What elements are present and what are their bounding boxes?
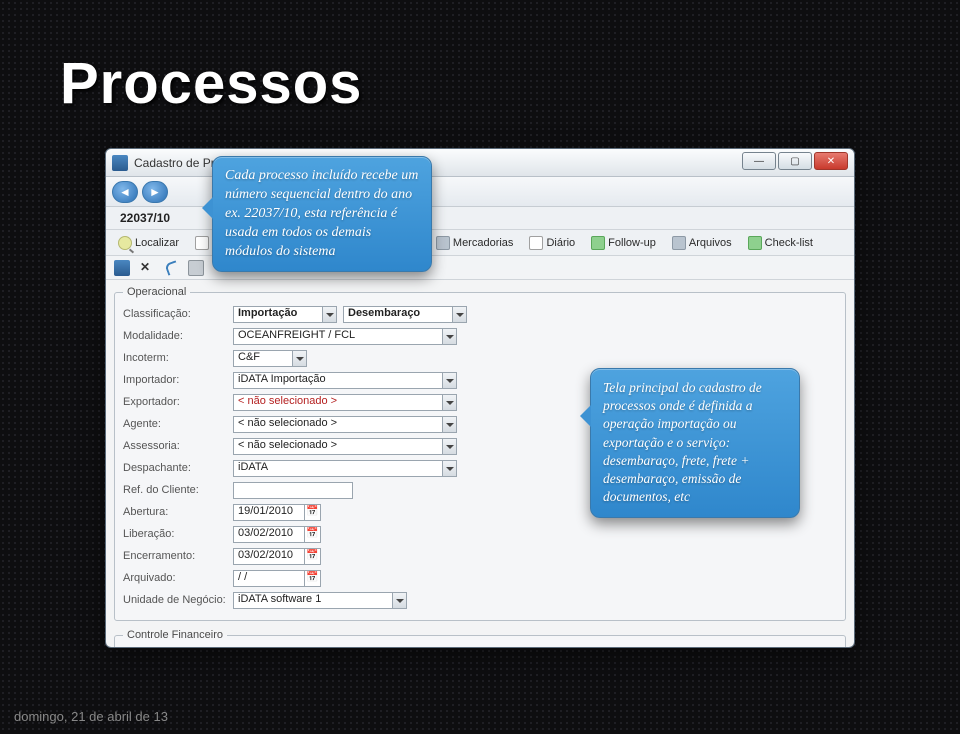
calendar-icon[interactable]: [304, 504, 321, 521]
dropdown-icon[interactable]: [443, 328, 457, 345]
tab-mercadorias[interactable]: Mercadorias: [432, 234, 518, 252]
doc-icon: [195, 236, 209, 250]
callout-tail-icon: [569, 405, 591, 427]
field-classificacao2[interactable]: Desembaraço: [343, 306, 453, 323]
label-despachante: Despachante:: [123, 462, 233, 474]
label-abertura: Abertura:: [123, 506, 233, 518]
label-modalidade: Modalidade:: [123, 330, 233, 342]
process-reference: 22037/10: [114, 211, 170, 225]
callout-process-number: Cada processo incluído recebe um número …: [212, 156, 432, 272]
field-modalidade[interactable]: OCEANFREIGHT / FCL: [233, 328, 443, 345]
label-arquivado: Arquivado:: [123, 572, 233, 584]
calendar-icon[interactable]: [304, 570, 321, 587]
label-incoterm: Incoterm:: [123, 352, 233, 364]
slide-footer-date: domingo, 21 de abril de 13: [14, 709, 168, 724]
tab-diario[interactable]: Diário: [525, 234, 579, 252]
label-encerramento: Encerramento:: [123, 550, 233, 562]
dropdown-icon[interactable]: [443, 394, 457, 411]
delete-button[interactable]: ✕: [140, 260, 156, 276]
dropdown-icon[interactable]: [453, 306, 467, 323]
tab-label-arquivos: Arquivos: [689, 237, 732, 249]
field-encerramento[interactable]: 03/02/2010: [233, 548, 305, 565]
field-despachante[interactable]: iDATA: [233, 460, 443, 477]
dropdown-icon[interactable]: [293, 350, 307, 367]
calendar-icon[interactable]: [304, 526, 321, 543]
maximize-button[interactable]: ▢: [778, 152, 812, 170]
field-classificacao[interactable]: Importação: [233, 306, 323, 323]
field-arquivado[interactable]: / /: [233, 570, 305, 587]
dropdown-icon[interactable]: [443, 416, 457, 433]
label-classificacao: Classificação:: [123, 308, 233, 320]
close-button[interactable]: ✕: [814, 152, 848, 170]
label-ref-cliente: Ref. do Cliente:: [123, 484, 233, 496]
dropdown-icon[interactable]: [443, 372, 457, 389]
tab-label-localizar: Localizar: [135, 237, 179, 249]
label-assessoria: Assessoria:: [123, 440, 233, 452]
field-agente[interactable]: < não selecionado >: [233, 416, 443, 433]
tab-label-diario: Diário: [546, 237, 575, 249]
field-ref-cliente[interactable]: [233, 482, 353, 499]
legend-operacional: Operacional: [123, 286, 190, 298]
tab-followup[interactable]: Follow-up: [587, 234, 660, 252]
label-unidade: Unidade de Negócio:: [123, 594, 233, 606]
checklist-icon: [748, 236, 762, 250]
callout-main-screen: Tela principal do cadastro de processos …: [590, 368, 800, 518]
tab-checklist[interactable]: Check-list: [744, 234, 817, 252]
undo-button[interactable]: [164, 260, 179, 275]
field-abertura[interactable]: 19/01/2010: [233, 504, 305, 521]
diary-icon: [529, 236, 543, 250]
slide-title: Processos: [60, 50, 362, 117]
field-incoterm[interactable]: C&F: [233, 350, 293, 367]
dropdown-icon[interactable]: [443, 460, 457, 477]
nav-forward-button[interactable]: ►: [142, 181, 168, 203]
label-agente: Agente:: [123, 418, 233, 430]
calendar-icon[interactable]: [304, 548, 321, 565]
tab-label-mercadorias: Mercadorias: [453, 237, 514, 249]
tab-label-checklist: Check-list: [765, 237, 813, 249]
tab-label-followup: Follow-up: [608, 237, 656, 249]
tab-localizar[interactable]: Localizar: [114, 234, 183, 252]
print-button[interactable]: [188, 260, 204, 276]
files-icon: [672, 236, 686, 250]
label-liberacao: Liberação:: [123, 528, 233, 540]
legend-financeiro: Controle Financeiro: [123, 629, 227, 641]
field-importador[interactable]: iDATA Importação: [233, 372, 443, 389]
label-importador: Importador:: [123, 374, 233, 386]
field-assessoria[interactable]: < não selecionado >: [233, 438, 443, 455]
fieldset-financeiro: Controle Financeiro Saldo Parcial: R$ 0,…: [114, 629, 846, 647]
app-icon: [112, 155, 128, 171]
callout-tail-icon: [191, 197, 213, 219]
goods-icon: [436, 236, 450, 250]
callout-text-1: Cada processo incluído recebe um número …: [225, 168, 418, 259]
minimize-button[interactable]: —: [742, 152, 776, 170]
field-liberacao[interactable]: 03/02/2010: [233, 526, 305, 543]
callout-text-2: Tela principal do cadastro de processos …: [603, 380, 762, 504]
label-exportador: Exportador:: [123, 396, 233, 408]
save-button[interactable]: [114, 260, 130, 276]
tab-arquivos[interactable]: Arquivos: [668, 234, 736, 252]
dropdown-icon[interactable]: [393, 592, 407, 609]
nav-back-button[interactable]: ◄: [112, 181, 138, 203]
search-icon: [118, 236, 132, 250]
field-unidade[interactable]: iDATA software 1: [233, 592, 393, 609]
dropdown-icon[interactable]: [443, 438, 457, 455]
followup-icon: [591, 236, 605, 250]
dropdown-icon[interactable]: [323, 306, 337, 323]
field-exportador[interactable]: < não selecionado >: [233, 394, 443, 411]
